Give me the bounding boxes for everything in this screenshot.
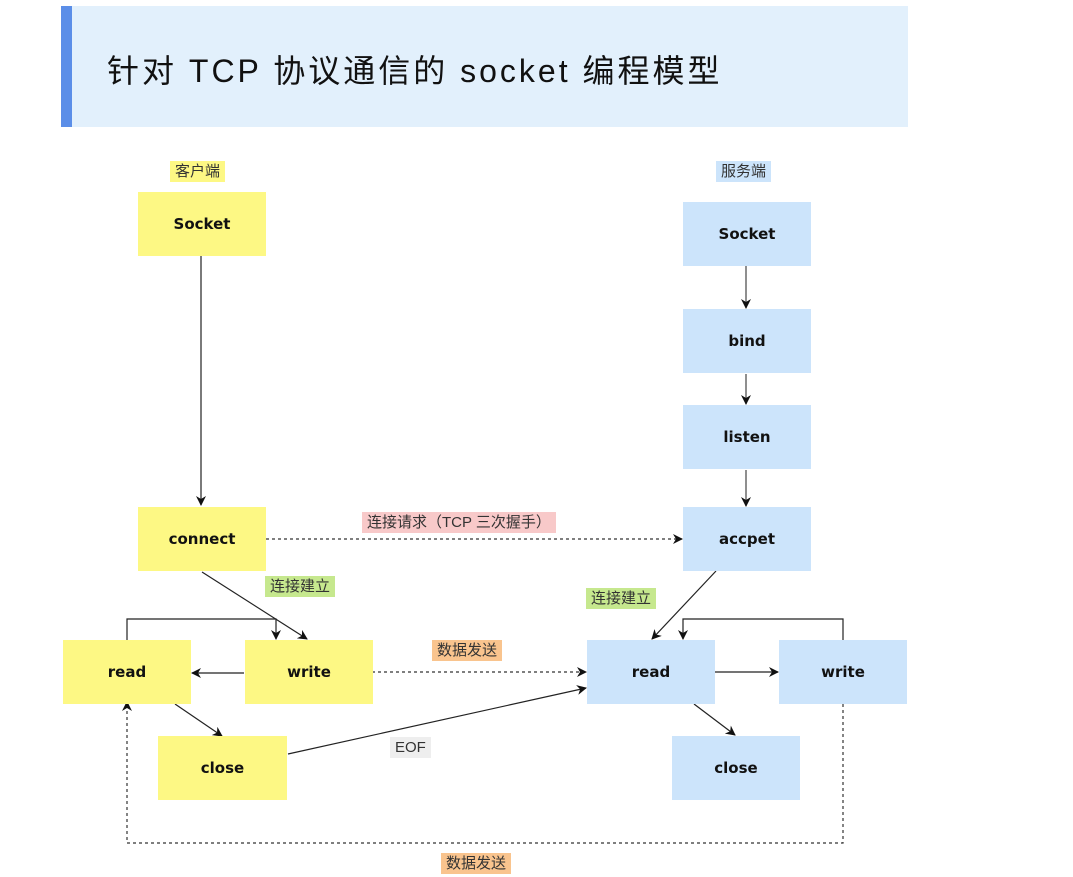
server-listen-node: listen xyxy=(683,405,811,469)
client-lane-title: 客户端 xyxy=(170,161,226,182)
data-send-bottom-label: 数据发送 xyxy=(441,853,512,874)
eof-label: EOF xyxy=(390,737,431,758)
edge-client-read-loop xyxy=(126,618,281,640)
server-socket-node: Socket xyxy=(683,202,811,266)
edge-server-read-close xyxy=(693,703,736,736)
edge-accept-read xyxy=(651,570,717,640)
server-bind-node: bind xyxy=(683,309,811,373)
server-write-node: write xyxy=(779,640,907,704)
connect-request-label: 连接请求（TCP 三次握手） xyxy=(362,512,556,533)
edge-server-write-loop xyxy=(678,618,844,640)
client-connect-node: connect xyxy=(138,507,266,571)
client-write-node: write xyxy=(245,640,373,704)
server-established-label: 连接建立 xyxy=(586,588,657,609)
server-close-node: close xyxy=(672,736,800,800)
server-accept-node: accpet xyxy=(683,507,811,571)
edge-client-read-close xyxy=(174,703,223,737)
client-established-label: 连接建立 xyxy=(265,576,336,597)
server-lane-title: 服务端 xyxy=(716,161,772,182)
client-read-node: read xyxy=(63,640,191,704)
client-socket-node: Socket xyxy=(138,192,266,256)
server-read-node: read xyxy=(587,640,715,704)
data-send-top-label: 数据发送 xyxy=(432,640,503,661)
client-close-node: close xyxy=(158,736,287,800)
